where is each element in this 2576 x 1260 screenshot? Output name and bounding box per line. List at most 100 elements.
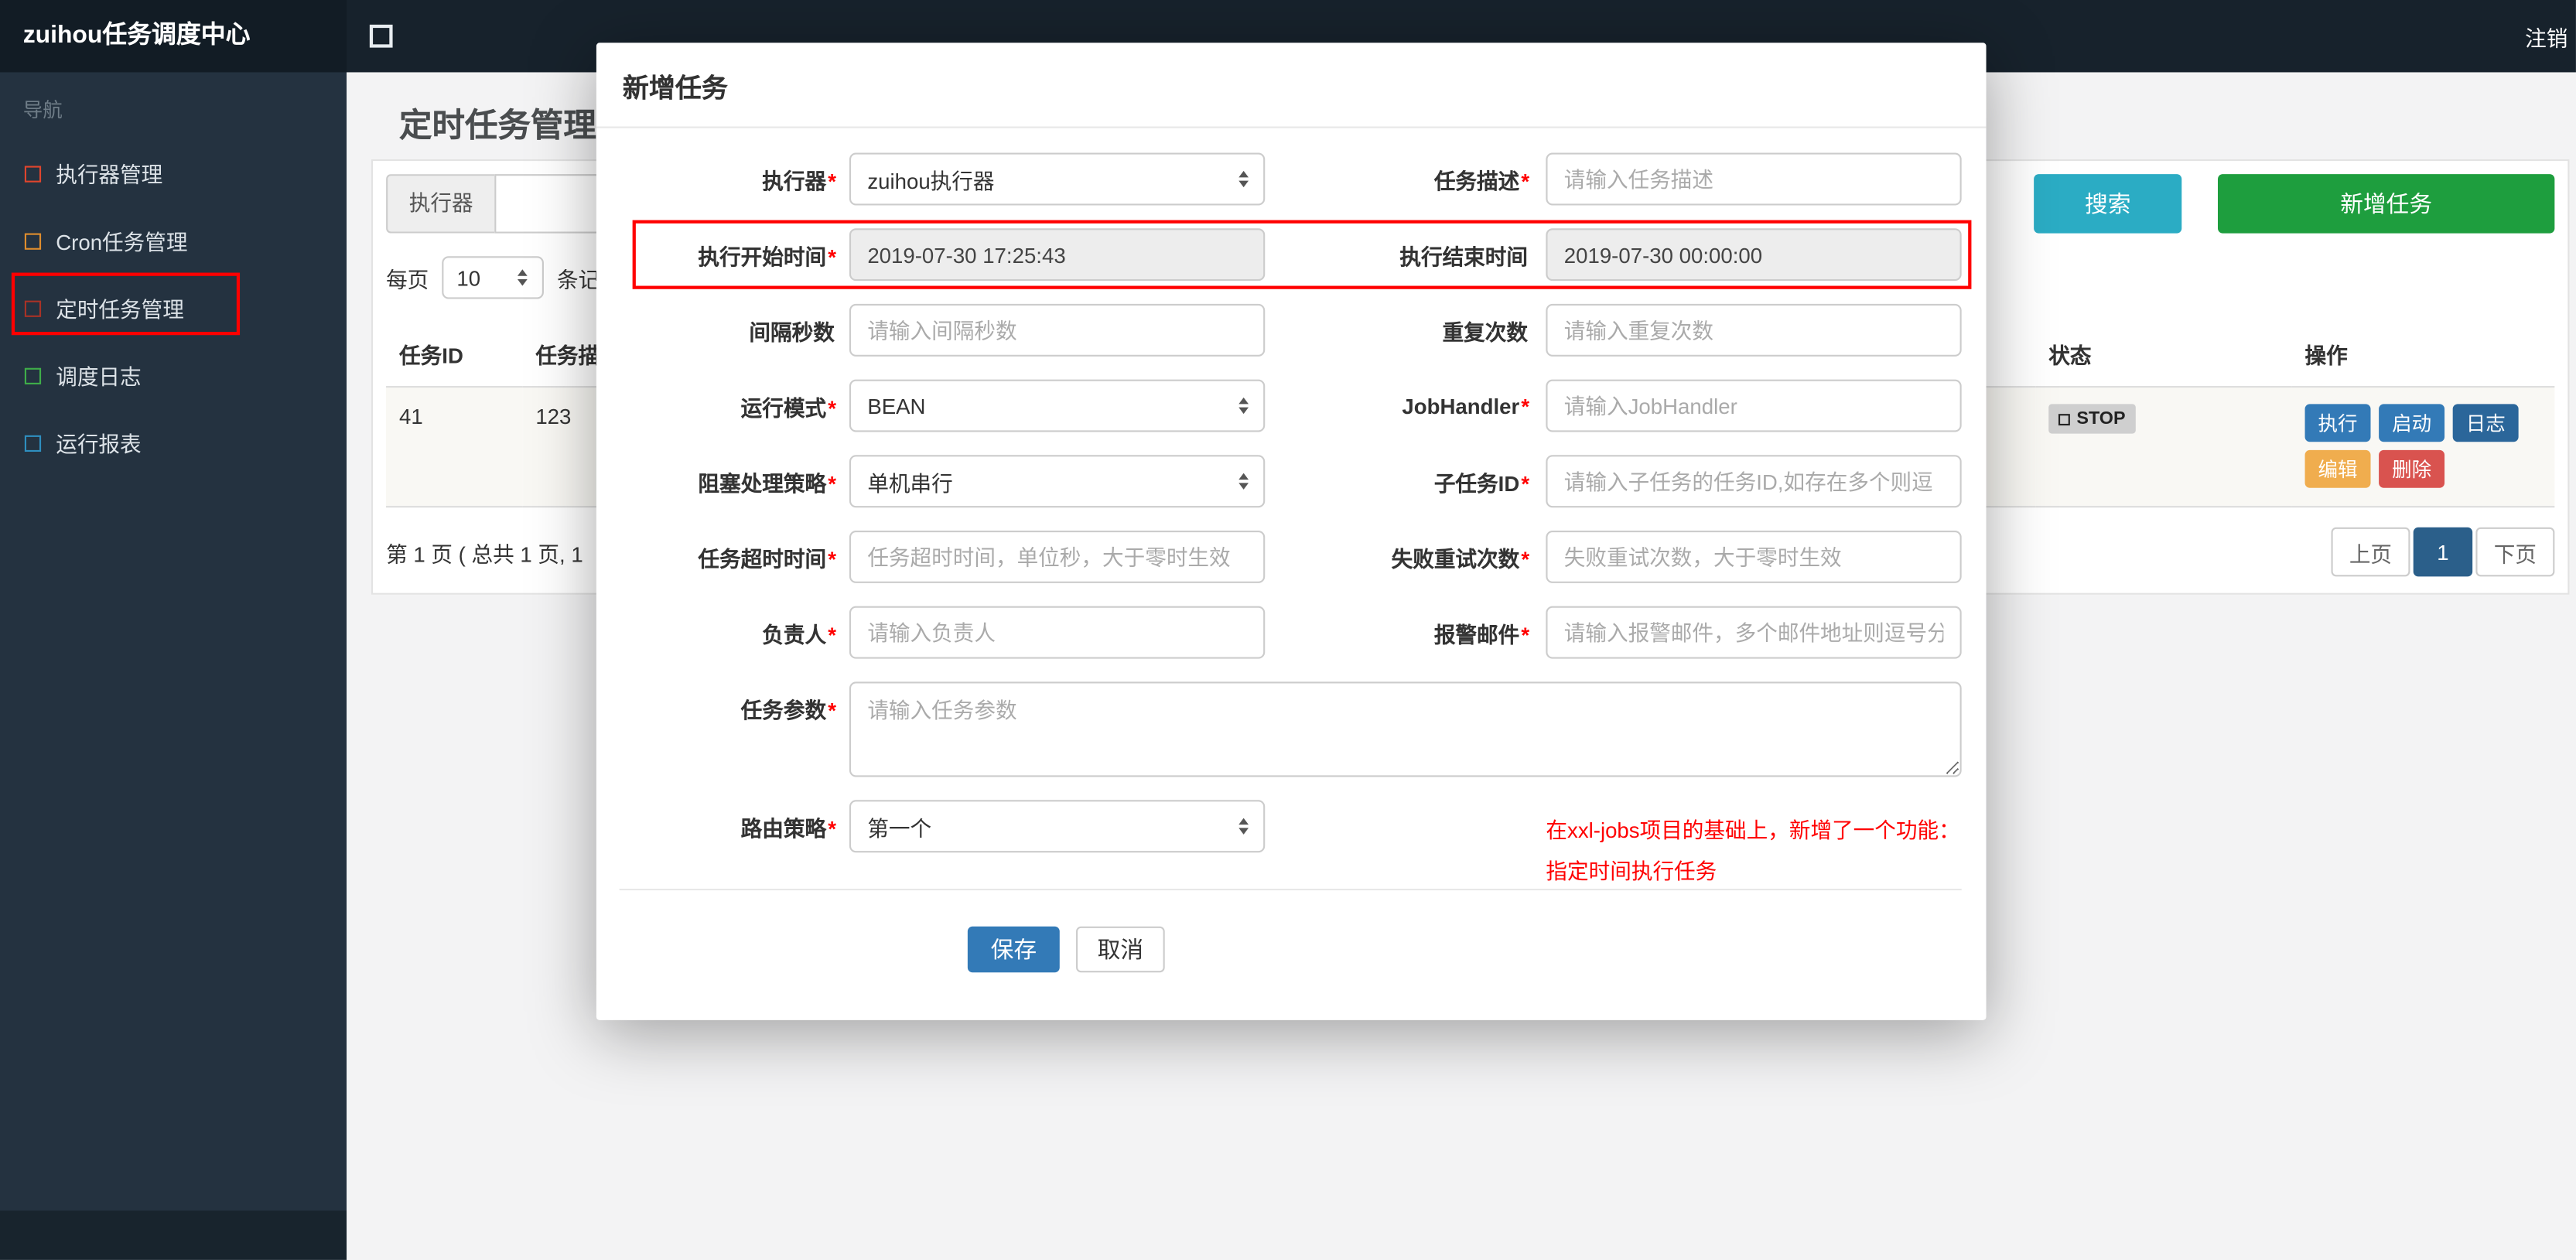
modal-title: 新增任务	[596, 43, 1987, 128]
dispatch-log-icon	[24, 367, 42, 384]
cancel-button[interactable]: 取消	[1076, 926, 1165, 973]
sidebar-footer	[0, 1210, 347, 1260]
sidebar-item-run-report[interactable]: 运行报表	[0, 409, 347, 476]
select-arrows-icon	[517, 269, 528, 286]
sidebar-item-label: Cron任务管理	[56, 230, 188, 255]
app-root: zuihou任务调度中心 注销 导航 执行器管理 Cron任务管理 定时任务管理…	[0, 0, 2576, 1260]
brand-title: zuihou任务调度中心	[0, 0, 347, 73]
edit-button[interactable]: 编辑	[2304, 449, 2371, 488]
owner-input[interactable]	[849, 606, 1266, 659]
alarm-email-input[interactable]	[1546, 606, 1962, 659]
sidebar-item-dispatch-log[interactable]: 调度日志	[0, 342, 347, 409]
add-task-button[interactable]: 新增任务	[2217, 174, 2555, 234]
log-button[interactable]: 日志	[2452, 404, 2519, 442]
pagination: 上页 1 下页	[2331, 527, 2555, 577]
prev-page-button[interactable]: 上页	[2331, 527, 2410, 577]
block-strategy-label: 阻塞处理策略 *	[698, 470, 836, 496]
executor-filter-addon: 执行器	[386, 174, 495, 234]
executor-select-value: zuihou执行器	[867, 168, 995, 193]
feature-note-line1: 在xxl-jobs项目的基础上，新增了一个功能：	[1546, 818, 1960, 843]
col-header-task-id: 任务ID	[386, 322, 523, 388]
job-desc-input[interactable]	[1546, 152, 1962, 206]
sidebar-item-label: 调度日志	[56, 364, 142, 390]
repeat-count-input[interactable]	[1546, 303, 1962, 357]
form-row: 执行开始时间* 执行结束时间	[620, 228, 1962, 282]
block-strategy-select-value: 单机串行	[867, 470, 953, 496]
retry-label: 失败重试次数 *	[1391, 546, 1530, 571]
form-row: 负责人* 报警邮件*	[620, 606, 1962, 659]
child-job-input[interactable]	[1546, 455, 1962, 508]
job-param-label: 任务参数 *	[740, 698, 836, 723]
action-buttons: 执行 启动 日志 编辑 删除	[2304, 404, 2535, 488]
cron-task-icon	[24, 232, 42, 249]
run-report-icon	[24, 434, 42, 451]
executor-management-icon	[24, 165, 42, 182]
select-arrows-icon	[1238, 818, 1249, 835]
route-strategy-select[interactable]: 第一个	[849, 800, 1266, 853]
per-page-select[interactable]: 10	[442, 256, 544, 299]
interval-label: 间隔秒数	[749, 319, 835, 344]
feature-note-line2: 指定时间执行任务	[1546, 859, 1717, 884]
next-page-button[interactable]: 下页	[2475, 527, 2555, 577]
status-badge: STOP	[2048, 404, 2136, 434]
col-header-actions: 操作	[2291, 322, 2555, 388]
modal-footer: 保存 取消	[596, 890, 1987, 973]
retry-input[interactable]	[1546, 530, 1962, 583]
search-button[interactable]: 搜索	[2034, 174, 2182, 234]
sidebar-item-scheduled-task-management[interactable]: 定时任务管理	[0, 275, 347, 342]
per-page-value: 10	[456, 265, 481, 290]
sidebar-section-label: 导航	[22, 98, 63, 122]
sidebar-item-cron-task-management[interactable]: Cron任务管理	[0, 207, 347, 275]
block-strategy-select[interactable]: 单机串行	[849, 455, 1266, 508]
scheduled-task-icon	[24, 299, 42, 316]
sidebar: 导航 执行器管理 Cron任务管理 定时任务管理 调度日志 运行报表	[0, 72, 347, 1260]
start-time-label: 执行开始时间 *	[698, 244, 836, 269]
run-button[interactable]: 执行	[2304, 404, 2371, 442]
repeat-count-label: 重复次数	[1442, 319, 1529, 344]
timeout-input[interactable]	[849, 530, 1266, 583]
form-row: 执行器 * zuihou执行器 任务描述 *	[620, 152, 1962, 206]
timeout-label: 任务超时时间 *	[698, 546, 836, 571]
sidebar-item-label: 运行报表	[56, 432, 142, 457]
alarm-email-label: 报警邮件 *	[1433, 621, 1530, 647]
form-row: 阻塞处理策略 * 单机串行 子任务ID *	[620, 455, 1962, 508]
select-arrows-icon	[1238, 397, 1249, 415]
cell-task-id: 41	[386, 387, 523, 508]
run-mode-select[interactable]: BEAN	[849, 379, 1266, 432]
form-row: 间隔秒数 重复次数	[620, 303, 1962, 357]
delete-button[interactable]: 删除	[2379, 449, 2445, 488]
run-mode-select-value: BEAN	[867, 393, 926, 418]
per-page-prefix: 每页	[386, 267, 429, 292]
form-row: 任务超时时间* 失败重试次数*	[620, 530, 1962, 583]
job-desc-label: 任务描述 *	[1433, 168, 1530, 193]
job-handler-input[interactable]	[1546, 379, 1962, 432]
stop-square-icon	[2058, 413, 2070, 425]
end-time-label: 执行结束时间	[1399, 244, 1529, 269]
child-job-label: 子任务ID *	[1433, 470, 1530, 496]
route-strategy-select-value: 第一个	[867, 815, 932, 841]
route-strategy-label: 路由策略 *	[740, 815, 836, 841]
sidebar-collapse-icon[interactable]	[369, 24, 393, 48]
executor-label: 执行器 *	[762, 168, 836, 193]
modal-body: 执行器* zuihou执行器 任务描述* 执行开始时间* 执行结束时间 间隔秒数	[596, 128, 1987, 884]
sidebar-item-executor-management[interactable]: 执行器管理	[0, 140, 347, 207]
save-button[interactable]: 保存	[967, 926, 1060, 973]
start-time-input[interactable]	[849, 228, 1266, 282]
cell-status: STOP	[2035, 387, 2292, 508]
start-button[interactable]: 启动	[2379, 404, 2445, 442]
add-task-modal: 新增任务 执行器* zuihou执行器 任务描述* 执行开始时间* 执行结束时间	[596, 43, 1987, 1020]
page-1-button[interactable]: 1	[2413, 527, 2473, 577]
executor-select[interactable]: zuihou执行器	[849, 152, 1266, 206]
job-handler-label: JobHandler *	[1402, 393, 1530, 418]
sidebar-item-label: 执行器管理	[56, 162, 163, 188]
logout-link[interactable]: 注销	[2525, 21, 2567, 52]
job-param-textarea[interactable]	[849, 681, 1962, 777]
owner-label: 负责人 *	[762, 621, 836, 647]
run-mode-label: 运行模式 *	[740, 394, 836, 420]
interval-input[interactable]	[849, 303, 1266, 357]
col-header-status: 状态	[2035, 322, 2292, 388]
end-time-input[interactable]	[1546, 228, 1962, 282]
per-page-suffix: 条记	[556, 267, 600, 292]
form-row: 运行模式 * BEAN JobHandler *	[620, 379, 1962, 432]
form-row: 任务参数 *	[620, 681, 1962, 777]
